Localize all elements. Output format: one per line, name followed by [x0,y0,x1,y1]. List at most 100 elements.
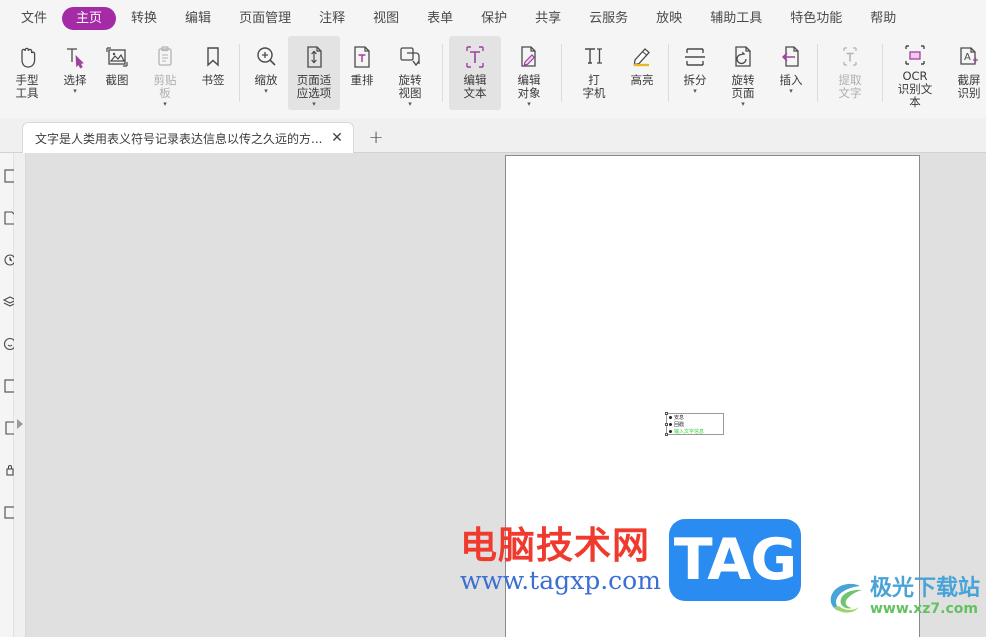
watermark-tagxp-url: www.tagxp.com [460,566,661,595]
toolbar-label-edit-object: 编辑 对象 [517,73,541,100]
toolbar-separator [882,44,883,102]
toolbar-button-edit-object[interactable]: 编辑 对象 ▾ [503,36,555,110]
chevron-down-icon[interactable]: ▾ [163,101,167,108]
toolbar-separator [817,44,818,102]
toolbar-button-screenshot[interactable]: 截图 [97,36,137,110]
bullet-icon [669,416,672,419]
toolbar-separator [442,44,443,102]
toolbar-separator [239,44,240,102]
select-icon [60,42,90,72]
document-canvas[interactable]: 安息 回戳 输入文字信息 电脑技术网 www.tagxp.com TAG 极光下载站… [26,153,986,637]
menu-item-6[interactable]: 视图 [360,7,412,30]
chevron-down-icon[interactable]: ▾ [741,101,745,108]
edit-text-icon [460,42,490,72]
toolbar-button-screen-ocr[interactable]: A 截屏 识别 [943,36,986,110]
watermark-xz7-title: 极光下载站 [870,576,981,601]
rotate-view-icon [395,42,425,72]
svg-text:A: A [964,52,971,63]
chevron-down-icon[interactable]: ▾ [527,101,531,108]
menu-item-5[interactable]: 注释 [306,7,358,30]
toolbar-button-ocr[interactable]: OCR 识别文本 [889,36,941,110]
menu-item-10[interactable]: 云服务 [576,7,641,30]
toolbar-button-select[interactable]: 选择 ▾ [55,36,95,110]
toolbar-button-hand-tool[interactable]: 手型 工具 [1,36,53,110]
chevron-down-icon[interactable]: ▾ [264,88,268,95]
edit-object-icon [514,42,544,72]
bullet-icon [669,430,672,433]
chevron-down-icon[interactable]: ▾ [312,101,316,108]
toolbar-button-zoom[interactable]: 缩放 ▾ [246,36,286,110]
menu-item-12[interactable]: 辅助工具 [697,7,775,30]
toolbar-button-fit-page[interactable]: 页面适 应选项 ▾ [288,36,340,110]
rotate-page-icon [728,42,758,72]
toolbar-label-edit-text: 编辑 文本 [463,73,487,100]
toolbar-button-rotate-page[interactable]: 旋转 页面 ▾ [717,36,769,110]
toolbar-button-insert[interactable]: 插入 ▾ [771,36,811,110]
document-tab[interactable]: 文字是人类用表义符号记录表达信息以传之久远的方... ✕ [22,122,354,153]
toolbar-label-rotate-page: 旋转 页面 [731,73,755,100]
screen-ocr-icon: A [954,42,984,72]
ribbon-toolbar: 手型 工具 选择 ▾ 截图 剪贴 板 ▾ 书签 缩放 ▾ 页面适 应选项 ▾ 重排 旋转 视图 ▾ 编辑 文… [0,36,986,118]
chevron-down-icon[interactable]: ▾ [73,88,77,95]
ocr-icon [900,42,930,68]
chevron-right-icon [16,419,23,429]
bullet-icon [669,423,672,426]
clipboard-icon [150,42,180,72]
screenshot-icon [102,42,132,72]
watermark-tagxp-logo: TAG [668,519,801,601]
toolbar-button-reflow[interactable]: 重排 [342,36,382,110]
toolbar-button-highlight[interactable]: 高亮 [622,36,662,110]
textbox-line: 安息 [667,414,723,421]
toolbar-label-extract-text: 提取 文字 [838,73,862,100]
textbox-text: 输入文字信息 [674,428,705,435]
sidebar-panel-handle[interactable] [14,153,26,637]
toolbar-label-ocr: OCR 识别文本 [897,69,933,109]
chevron-down-icon[interactable]: ▾ [408,101,412,108]
toolbar-button-edit-text[interactable]: 编辑 文本 [449,36,501,110]
watermark-xz7-url: www.xz7.com [870,601,978,617]
split-icon [680,42,710,72]
toolbar-label-screenshot: 截图 [105,73,129,87]
menu-bar: 文件 主页 转换 编辑 页面管理 注释 视图 表单 保护 共享 云服务 放映 辅助工具 特色功能 帮助 [0,0,986,36]
menu-item-8[interactable]: 保护 [468,7,520,30]
menu-item-7[interactable]: 表单 [414,7,466,30]
text-box-object[interactable]: 安息 回戳 输入文字信息 [665,412,724,436]
toolbar-button-extract-text: 提取 文字 [824,36,876,110]
menu-item-0[interactable]: 文件 [8,7,60,30]
resize-handle-w[interactable] [665,423,668,426]
toolbar-label-insert: 插入 [779,73,803,87]
typewriter-icon [579,42,609,72]
toolbar-label-typewriter: 打 字机 [582,73,606,100]
toolbar-button-rotate-view[interactable]: 旋转 视图 ▾ [384,36,436,110]
menu-item-4[interactable]: 页面管理 [226,7,304,30]
textbox-line: 输入文字信息 [667,428,723,435]
menu-item-14[interactable]: 帮助 [857,7,909,30]
toolbar-label-bookmark: 书签 [201,73,225,87]
resize-handle-sw[interactable] [665,433,668,436]
watermark-xz7: 极光下载站 www.xz7.com [826,576,980,618]
resize-handle-nw[interactable] [665,412,668,415]
chevron-down-icon[interactable]: ▾ [789,88,793,95]
menu-item-9[interactable]: 共享 [522,7,574,30]
sidebar-expand-button[interactable] [15,417,25,431]
menu-item-1[interactable]: 主页 [62,6,117,30]
application-window: 文件 主页 转换 编辑 页面管理 注释 视图 表单 保护 共享 云服务 放映 辅助工具 特色功能 帮助 手型… [0,0,986,637]
menu-item-2[interactable]: 转换 [118,7,170,30]
toolbar-button-typewriter[interactable]: 打 字机 [568,36,620,110]
toolbar-separator [668,44,669,102]
toolbar-label-hand-tool: 手型 工具 [15,73,39,100]
fit-page-icon [299,42,329,72]
menu-item-11[interactable]: 放映 [643,7,695,30]
toolbar-button-bookmark[interactable]: 书签 [193,36,233,110]
toolbar-label-screen-ocr: 截屏 识别 [957,73,981,100]
toolbar-button-split[interactable]: 拆分 ▾ [675,36,715,110]
toolbar-label-select: 选择 [63,73,87,87]
chevron-down-icon[interactable]: ▾ [693,88,697,95]
extract-text-icon [835,42,865,72]
menu-item-13[interactable]: 特色功能 [777,7,855,30]
close-icon[interactable]: ✕ [329,130,345,146]
new-tab-button[interactable]: + [366,127,386,148]
hand-icon [12,42,42,72]
menu-item-3[interactable]: 编辑 [172,7,224,30]
insert-icon [776,42,806,72]
